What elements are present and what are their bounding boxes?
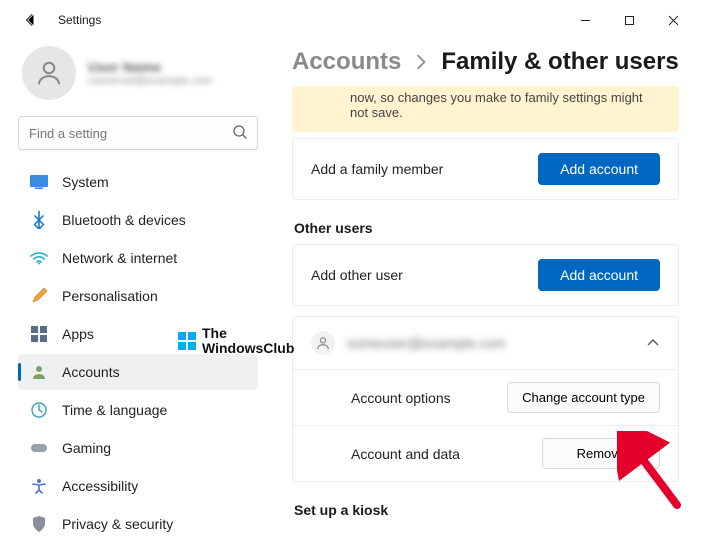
account-and-data-label: Account and data [311, 446, 460, 462]
gamepad-icon [30, 439, 48, 457]
other-user-email: someuser@example.com [347, 335, 634, 351]
sidebar-item-label: Time & language [62, 402, 167, 418]
sidebar-item-gaming[interactable]: Gaming [18, 430, 258, 466]
back-button[interactable] [16, 6, 44, 34]
sidebar-item-network[interactable]: Network & internet [18, 240, 258, 276]
wifi-icon [30, 249, 48, 267]
remove-account-button[interactable]: Remove [542, 438, 660, 469]
add-other-account-button[interactable]: Add account [538, 259, 660, 291]
maximize-icon [624, 15, 635, 26]
user-avatar-small [311, 331, 335, 355]
breadcrumb: Accounts Family & other users [292, 40, 679, 86]
display-icon [30, 173, 48, 191]
avatar [22, 46, 76, 100]
content-area: Accounts Family & other users now, so ch… [270, 40, 701, 525]
other-users-heading: Other users [294, 220, 679, 236]
profile-email: useremail@example.com [88, 75, 212, 87]
sidebar-item-label: Accounts [62, 364, 120, 380]
chevron-right-icon [415, 54, 427, 70]
sidebar-item-apps[interactable]: Apps [18, 316, 258, 352]
sidebar-item-label: Apps [62, 326, 94, 342]
search-input[interactable] [18, 116, 258, 150]
breadcrumb-main[interactable]: Accounts [292, 48, 401, 76]
add-family-label: Add a family member [311, 161, 443, 177]
other-user-card: someuser@example.com Account options Cha… [292, 316, 679, 482]
person-icon [30, 363, 48, 381]
window-title: Settings [58, 13, 101, 27]
close-icon [668, 15, 679, 26]
minimize-button[interactable] [563, 5, 607, 35]
apps-icon [30, 325, 48, 343]
add-other-user-label: Add other user [311, 267, 403, 283]
change-account-type-button[interactable]: Change account type [507, 382, 660, 413]
sidebar-item-bluetooth[interactable]: Bluetooth & devices [18, 202, 258, 238]
person-icon [316, 336, 330, 350]
sidebar-item-time-language[interactable]: Time & language [18, 392, 258, 428]
add-family-account-button[interactable]: Add account [538, 153, 660, 185]
sidebar-item-label: Network & internet [62, 250, 177, 266]
sidebar-item-accounts[interactable]: Accounts [18, 354, 258, 390]
titlebar: Settings [0, 0, 701, 40]
paintbrush-icon [30, 287, 48, 305]
breadcrumb-sub: Family & other users [441, 48, 678, 76]
profile-block[interactable]: User Name useremail@example.com [18, 40, 258, 112]
sidebar-item-accessibility[interactable]: Accessibility [18, 468, 258, 504]
sidebar-item-personalisation[interactable]: Personalisation [18, 278, 258, 314]
sidebar-item-label: Bluetooth & devices [62, 212, 186, 228]
accessibility-icon [30, 477, 48, 495]
search-icon [232, 124, 248, 140]
bluetooth-icon [30, 211, 48, 229]
close-button[interactable] [651, 5, 695, 35]
family-card: Add a family member Add account [292, 138, 679, 200]
nav-list: System Bluetooth & devices Network & int… [18, 164, 258, 542]
sync-warning-banner: now, so changes you make to family setti… [292, 86, 679, 132]
add-other-user-card: Add other user Add account [292, 244, 679, 306]
globe-clock-icon [30, 401, 48, 419]
chevron-up-icon [646, 336, 660, 350]
maximize-button[interactable] [607, 5, 651, 35]
sidebar-item-label: Gaming [62, 440, 111, 456]
other-user-row[interactable]: someuser@example.com [293, 317, 678, 370]
arrow-left-icon [23, 13, 37, 27]
sidebar-item-system[interactable]: System [18, 164, 258, 200]
minimize-icon [580, 15, 591, 26]
kiosk-heading: Set up a kiosk [294, 502, 679, 518]
sidebar-item-label: System [62, 174, 109, 190]
profile-name: User Name [88, 59, 212, 75]
sidebar-item-label: Accessibility [62, 478, 138, 494]
sidebar-item-privacy[interactable]: Privacy & security [18, 506, 258, 542]
shield-icon [30, 515, 48, 533]
sidebar-item-label: Personalisation [62, 288, 158, 304]
person-icon [34, 58, 64, 88]
sidebar-item-label: Privacy & security [62, 516, 173, 532]
sidebar: User Name useremail@example.com System B… [0, 40, 270, 525]
account-options-label: Account options [311, 390, 451, 406]
